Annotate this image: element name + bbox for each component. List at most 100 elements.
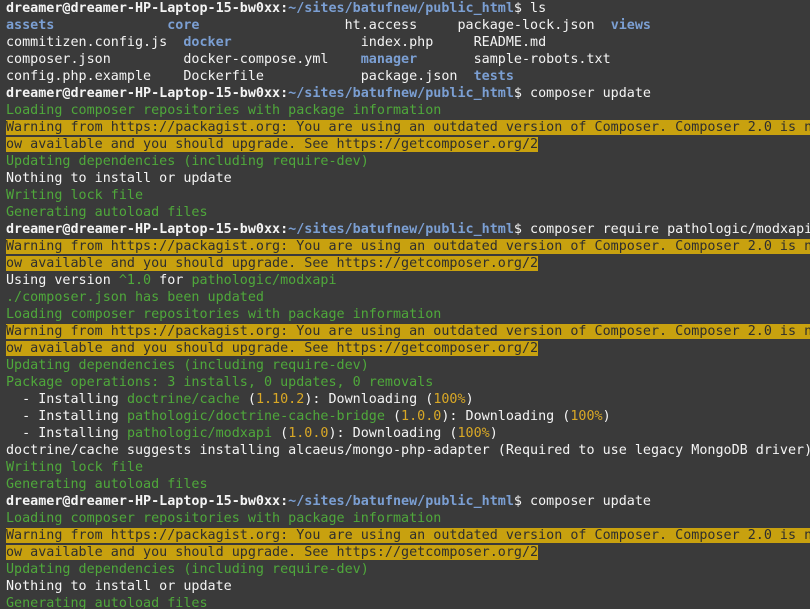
prompt-symbol: $: [513, 222, 531, 237]
prompt-path: ~/sites/batufnew/public_html: [288, 1, 514, 16]
version-text: 1.10.2: [255, 392, 305, 407]
output-line: Nothing to install or update: [6, 170, 810, 187]
command-line: dreamer@dreamer-HP-Laptop-15-bw0xx:~/sit…: [6, 85, 810, 102]
output-line: Writing lock file: [6, 459, 810, 476]
command-text: composer update: [530, 494, 651, 509]
output-text: Updating dependencies (including require…: [6, 562, 369, 577]
output-line: ow available and you should upgrade. See…: [6, 340, 810, 357]
prompt-symbol: $: [513, 86, 531, 101]
output-line: Nothing to install or update: [6, 578, 810, 595]
version-text: 1.0.0: [288, 426, 329, 441]
prompt-separator: :: [280, 222, 289, 237]
output-line: commitizen.config.js docker index.php RE…: [6, 34, 810, 51]
prompt-separator: :: [280, 1, 289, 16]
command-text: composer require pathologic/modxapi: [530, 222, 810, 237]
output-line: Updating dependencies (including require…: [6, 153, 810, 170]
prompt-separator: :: [280, 494, 289, 509]
terminal-window[interactable]: dreamer@dreamer-HP-Laptop-15-bw0xx:~/sit…: [0, 0, 810, 609]
warning-text: Warning from https://packagist.org: You …: [6, 239, 810, 254]
output-text: ): Downloading (: [441, 409, 571, 424]
version-text: 100%: [570, 409, 603, 424]
output-line: Warning from https://packagist.org: You …: [6, 527, 810, 544]
output-text: Writing lock file: [6, 460, 144, 475]
directory-entry: docker: [183, 35, 232, 50]
output-line: ow available and you should upgrade. See…: [6, 544, 810, 561]
warning-text: ow available and you should upgrade. See…: [6, 137, 539, 152]
prompt-separator: :: [280, 86, 289, 101]
output-text: (: [239, 392, 256, 407]
output-line: assets core ht.access package-lock.json …: [6, 17, 810, 34]
output-text: ): Downloading (: [328, 426, 458, 441]
output-text: ): [602, 409, 611, 424]
output-line: Loading composer repositories with packa…: [6, 102, 810, 119]
output-text: Writing lock file: [6, 188, 144, 203]
warning-text: ow available and you should upgrade. See…: [6, 256, 539, 271]
output-text: Generating autoload files: [6, 596, 208, 609]
output-text: ): Downloading (: [304, 392, 434, 407]
output-text: (: [384, 409, 402, 424]
output-text: Loading composer repositories with packa…: [6, 307, 442, 322]
output-line: Package operations: 3 installs, 0 update…: [6, 374, 810, 391]
version-text: 100%: [457, 426, 490, 441]
warning-text: Warning from https://packagist.org: You …: [6, 324, 810, 339]
output-text: Nothing to install or update: [6, 171, 232, 186]
output-text: Package operations: 3 installs, 0 update…: [6, 375, 434, 390]
output-line: Warning from https://packagist.org: You …: [6, 323, 810, 340]
output-line: Updating dependencies (including require…: [6, 561, 810, 578]
output-text: (: [272, 426, 289, 441]
output-text: Loading composer repositories with packa…: [6, 103, 442, 118]
prompt-path: ~/sites/batufnew/public_html: [288, 222, 514, 237]
output-text: Updating dependencies (including require…: [6, 154, 369, 169]
directory-entry: tests: [473, 69, 514, 84]
output-line: Generating autoload files: [6, 595, 810, 609]
prompt-user: dreamer@dreamer-HP-Laptop-15-bw0xx: [6, 86, 281, 101]
prompt-user: dreamer@dreamer-HP-Laptop-15-bw0xx: [6, 222, 281, 237]
output-text: ht.access: [344, 18, 418, 33]
output-line: ./composer.json has been updated: [6, 289, 810, 306]
output-text: Generating autoload files: [6, 205, 208, 220]
output-text: sample-robots.txt: [473, 52, 611, 67]
output-text: pathologic/modxapi: [126, 426, 273, 441]
output-text: pathologic/modxapi: [191, 273, 337, 288]
output-text: doctrine/cache suggests installing alcae…: [6, 443, 810, 458]
prompt-symbol: $: [513, 1, 531, 16]
output-text: - Installing: [6, 426, 127, 441]
output-line: ow available and you should upgrade. See…: [6, 255, 810, 272]
output-line: Generating autoload files: [6, 476, 810, 493]
output-text: Using version: [6, 273, 119, 288]
output-text: Loading composer repositories with packa…: [6, 511, 442, 526]
output-text: ): [489, 426, 498, 441]
command-line: dreamer@dreamer-HP-Laptop-15-bw0xx:~/sit…: [6, 0, 810, 17]
output-line: Loading composer repositories with packa…: [6, 510, 810, 527]
output-text: Nothing to install or update: [6, 579, 232, 594]
directory-entry: core: [167, 18, 200, 33]
output-text: README.md: [473, 35, 547, 50]
output-line: - Installing pathologic/modxapi (1.0.0):…: [6, 425, 810, 442]
command-text: ls: [530, 1, 547, 16]
output-text: doctrine/cache: [126, 392, 240, 407]
command-text: composer update: [530, 86, 651, 101]
terminal-output: dreamer@dreamer-HP-Laptop-15-bw0xx:~/sit…: [6, 0, 810, 609]
output-line: config.php.example Dockerfile package.js…: [6, 68, 810, 85]
output-line: - Installing doctrine/cache (1.10.2): Do…: [6, 391, 810, 408]
version-text: 1.0.0: [401, 409, 442, 424]
output-text: composer.json docker-compose.yml: [6, 52, 361, 67]
output-text: ^1.0: [118, 273, 152, 288]
warning-text: Warning from https://packagist.org: You …: [6, 120, 810, 135]
output-text: index.php: [360, 35, 434, 50]
prompt-path: ~/sites/batufnew/public_html: [288, 494, 514, 509]
directory-entry: manager: [360, 52, 418, 67]
prompt-path: ~/sites/batufnew/public_html: [288, 86, 514, 101]
output-text: ./composer.json has been updated: [6, 290, 264, 305]
prompt-user: dreamer@dreamer-HP-Laptop-15-bw0xx: [6, 494, 281, 509]
directory-entry: assets: [6, 18, 55, 33]
output-text: pathologic/doctrine-cache-bridge: [126, 409, 385, 424]
output-line: composer.json docker-compose.yml manager…: [6, 51, 810, 68]
output-text: ): [465, 392, 474, 407]
output-line: Using version ^1.0 for pathologic/modxap…: [6, 272, 810, 289]
